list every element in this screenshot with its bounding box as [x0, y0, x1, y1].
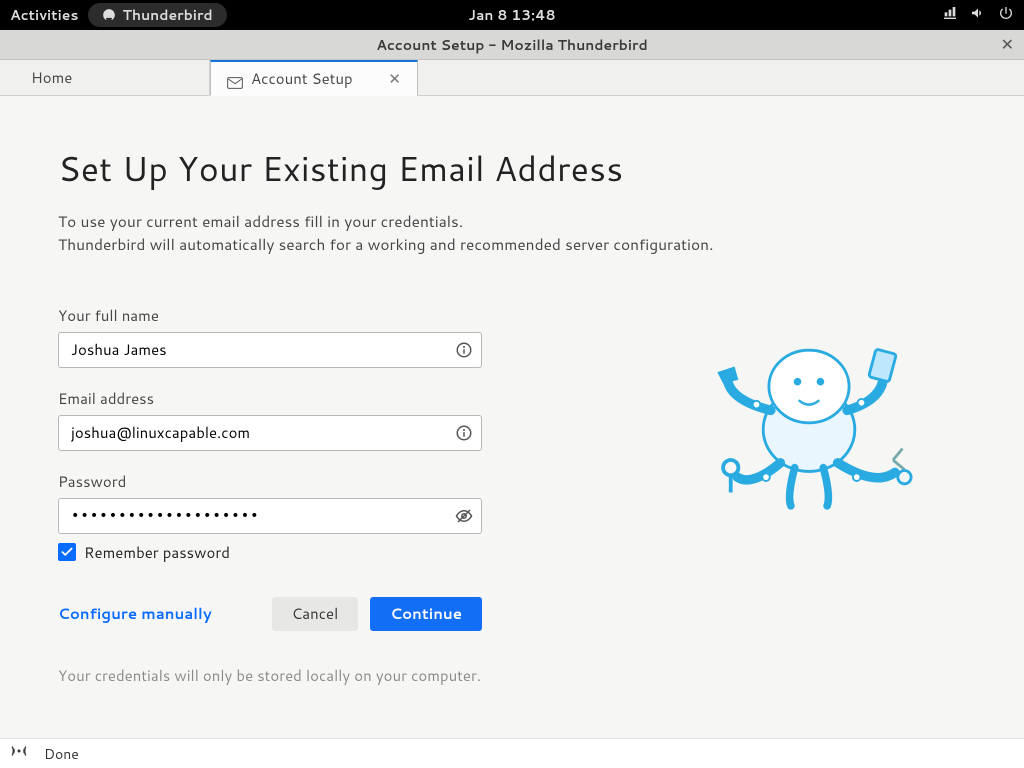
- octopus-illustration: [704, 334, 914, 514]
- main-content: Set Up Your Existing Email Address To us…: [0, 96, 1024, 738]
- password-input[interactable]: [69, 507, 455, 525]
- power-icon[interactable]: [998, 5, 1014, 26]
- credentials-note: Your credentials will only be stored loc…: [58, 665, 966, 686]
- network-icon[interactable]: [942, 5, 958, 26]
- tab-close-button[interactable]: ✕: [368, 68, 401, 89]
- email-input[interactable]: [69, 421, 455, 444]
- thunderbird-icon: [102, 8, 116, 22]
- cancel-button[interactable]: Cancel: [272, 597, 359, 631]
- email-input-wrap: [58, 415, 482, 451]
- window-titlebar: Account Setup - Mozilla Thunderbird ✕: [0, 30, 1024, 60]
- info-icon[interactable]: [455, 424, 473, 442]
- configure-manually-link[interactable]: Configure manually: [58, 603, 212, 624]
- remember-password-checkbox[interactable]: [58, 543, 76, 561]
- tab-strip: Home Account Setup ✕: [0, 60, 1024, 96]
- full-name-input[interactable]: [69, 338, 455, 361]
- status-text: Done: [44, 744, 79, 764]
- window-title: Account Setup - Mozilla Thunderbird: [0, 35, 1024, 55]
- status-bar: Done: [0, 738, 1024, 768]
- app-indicator[interactable]: Thunderbird: [88, 3, 226, 27]
- broadcast-icon: [10, 742, 28, 765]
- gnome-topbar: Activities Thunderbird Jan 8 13:48: [0, 0, 1024, 30]
- app-name-label: Thunderbird: [122, 5, 212, 25]
- password-input-wrap: [58, 498, 482, 534]
- page-heading: Set Up Your Existing Email Address: [58, 144, 966, 192]
- toggle-password-visibility-icon[interactable]: [455, 507, 473, 525]
- tab-active-label: Account Setup: [251, 68, 353, 89]
- tab-home-label: Home: [31, 67, 72, 88]
- tab-account-setup[interactable]: Account Setup ✕: [210, 60, 418, 96]
- window-close-button[interactable]: ✕: [1001, 33, 1014, 56]
- volume-icon[interactable]: [970, 5, 986, 26]
- remember-password-row: Remember password: [58, 542, 966, 563]
- mail-icon: [227, 73, 243, 85]
- clock[interactable]: Jan 8 13:48: [468, 5, 555, 25]
- page-lead: To use your current email address fill i…: [58, 210, 758, 257]
- continue-button[interactable]: Continue: [370, 597, 482, 631]
- remember-password-label: Remember password: [84, 542, 230, 563]
- full-name-input-wrap: [58, 332, 482, 368]
- full-name-label: Your full name: [58, 305, 966, 326]
- activities-button[interactable]: Activities: [10, 5, 78, 25]
- info-icon[interactable]: [455, 341, 473, 359]
- check-icon: [60, 545, 74, 559]
- tab-home[interactable]: Home: [14, 59, 210, 95]
